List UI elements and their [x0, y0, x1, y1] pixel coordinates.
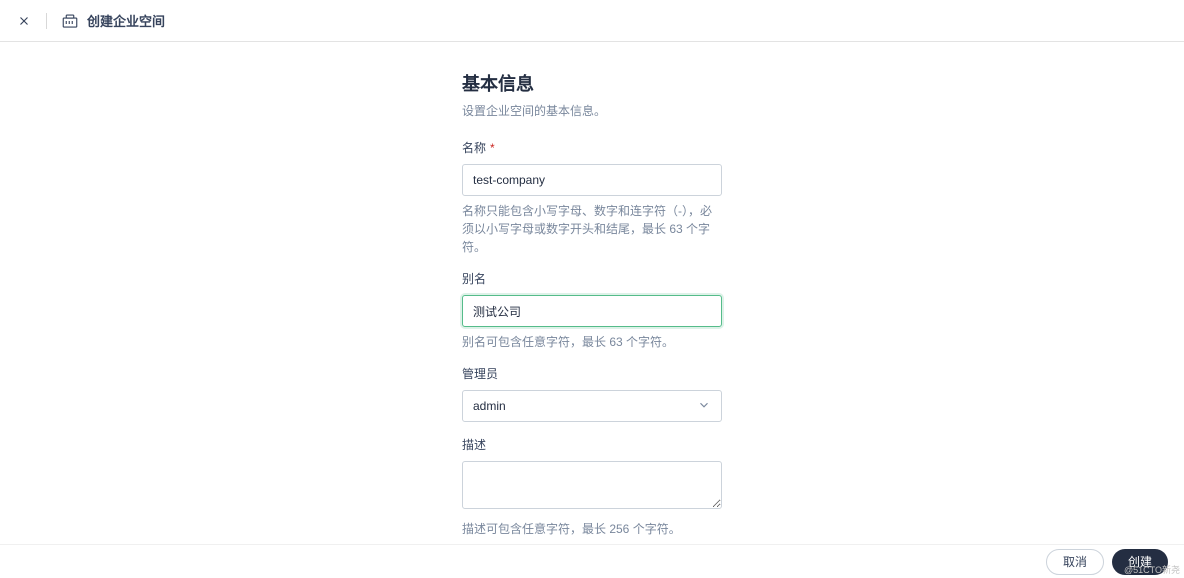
- dialog-footer: 取消 创建: [0, 544, 1184, 578]
- admin-label: 管理员: [462, 365, 722, 382]
- section-subtitle: 设置企业空间的基本信息。: [462, 102, 722, 119]
- form-group-name: 名称 * 名称只能包含小写字母、数字和连字符（-），必须以小写字母或数字开头和结…: [462, 139, 722, 256]
- alias-help: 别名可包含任意字符，最长 63 个字符。: [462, 333, 722, 351]
- name-help: 名称只能包含小写字母、数字和连字符（-），必须以小写字母或数字开头和结尾，最长 …: [462, 202, 722, 256]
- admin-select[interactable]: admin: [462, 390, 722, 422]
- chevron-down-icon: [697, 398, 711, 415]
- header-divider: [46, 13, 47, 29]
- form-group-description: 描述 描述可包含任意字符，最长 256 个字符。: [462, 436, 722, 538]
- dialog-header: 创建企业空间: [0, 0, 1184, 42]
- workspace-icon: [61, 12, 79, 30]
- required-mark: *: [490, 141, 495, 155]
- dialog-content: 基本信息 设置企业空间的基本信息。 名称 * 名称只能包含小写字母、数字和连字符…: [0, 42, 1184, 544]
- name-input[interactable]: [462, 164, 722, 196]
- name-label: 名称 *: [462, 139, 722, 156]
- description-help: 描述可包含任意字符，最长 256 个字符。: [462, 520, 722, 538]
- form-group-admin: 管理员 admin: [462, 365, 722, 422]
- dialog-title: 创建企业空间: [87, 11, 165, 30]
- description-textarea[interactable]: [462, 461, 722, 509]
- alias-input[interactable]: [462, 295, 722, 327]
- watermark: @51CTO新尧: [1124, 563, 1180, 576]
- alias-label: 别名: [462, 270, 722, 287]
- description-label: 描述: [462, 436, 722, 453]
- form-container: 基本信息 设置企业空间的基本信息。 名称 * 名称只能包含小写字母、数字和连字符…: [462, 70, 722, 544]
- close-icon[interactable]: [16, 13, 32, 29]
- section-title: 基本信息: [462, 70, 722, 96]
- cancel-button[interactable]: 取消: [1046, 549, 1104, 575]
- form-group-alias: 别名 别名可包含任意字符，最长 63 个字符。: [462, 270, 722, 351]
